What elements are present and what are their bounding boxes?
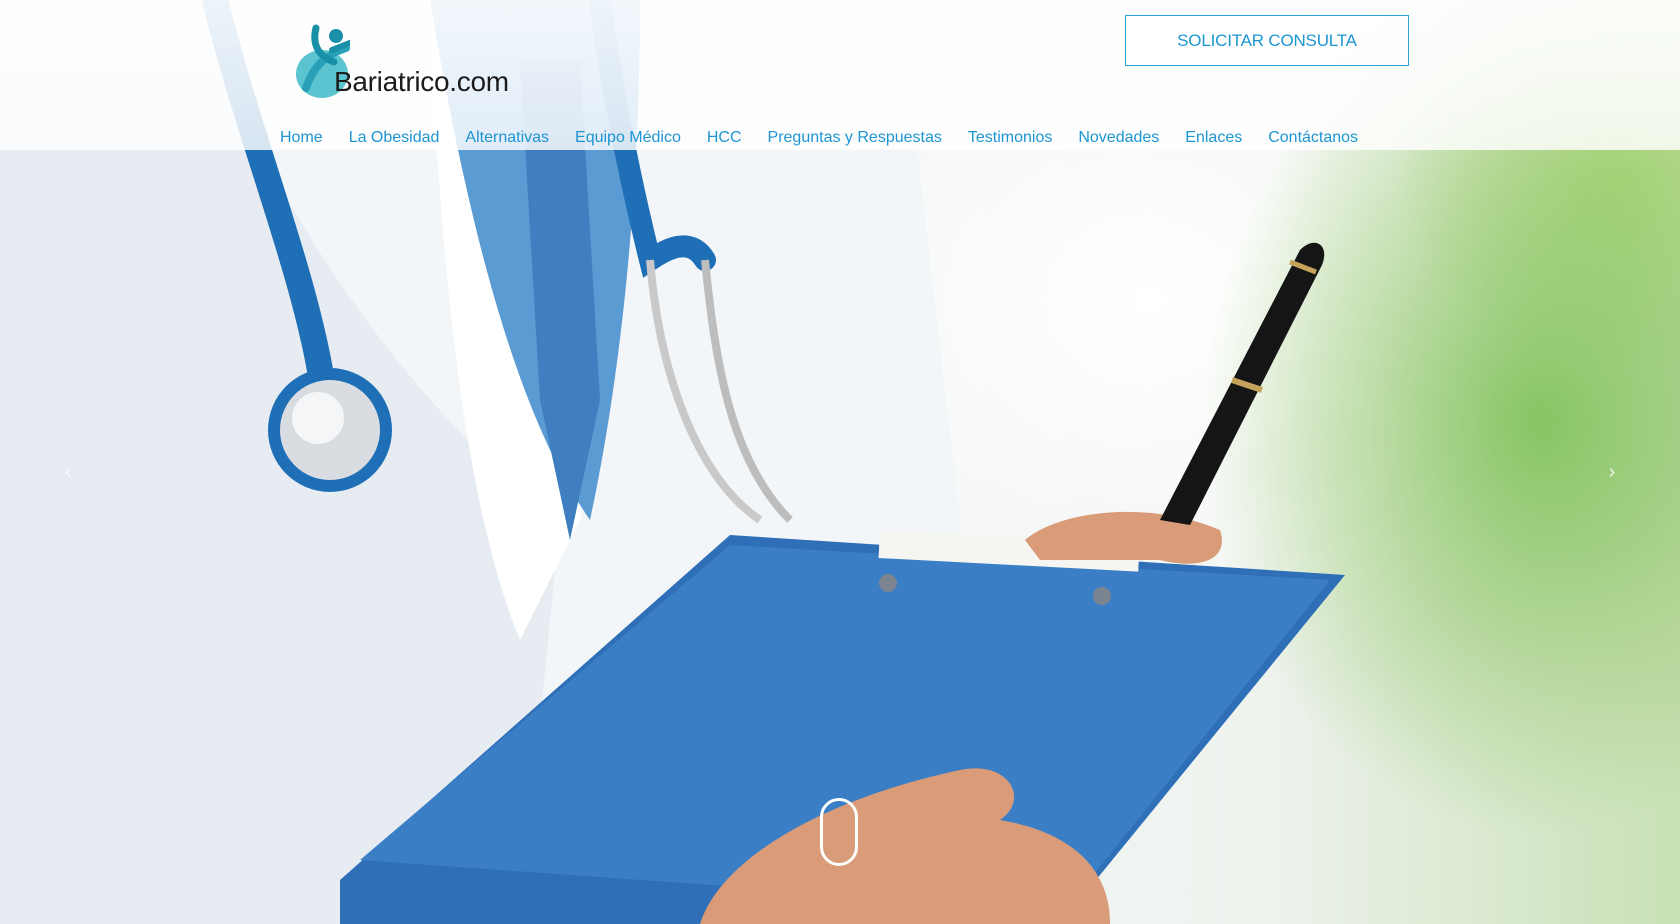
site-logo[interactable]: Bariatrico.com [294, 18, 534, 98]
mouse-scroll-icon[interactable] [820, 798, 858, 866]
chevron-left-icon[interactable]: ‹ [60, 462, 76, 482]
nav-item-testimonios[interactable]: Testimonios [968, 128, 1052, 150]
nav-item-equipo-medico[interactable]: Equipo Médico [575, 128, 681, 150]
nav-item-contactanos[interactable]: Contáctanos [1268, 128, 1358, 150]
nav-item-enlaces[interactable]: Enlaces [1185, 128, 1242, 150]
nav-item-home[interactable]: Home [280, 128, 323, 150]
nav-item-preguntas-y-respuestas[interactable]: Preguntas y Respuestas [768, 128, 942, 150]
nav-item-la-obesidad[interactable]: La Obesidad [349, 128, 440, 150]
request-consultation-button[interactable]: SOLICITAR CONSULTA [1125, 15, 1409, 66]
nav-item-hcc[interactable]: HCC [707, 128, 742, 150]
logo-text: Bariatrico.com [334, 66, 509, 97]
nav-item-novedades[interactable]: Novedades [1078, 128, 1159, 150]
main-nav: Home La Obesidad Alternativas Equipo Méd… [280, 128, 1384, 150]
chevron-right-icon[interactable]: › [1604, 462, 1620, 482]
nav-item-alternativas[interactable]: Alternativas [465, 128, 549, 150]
